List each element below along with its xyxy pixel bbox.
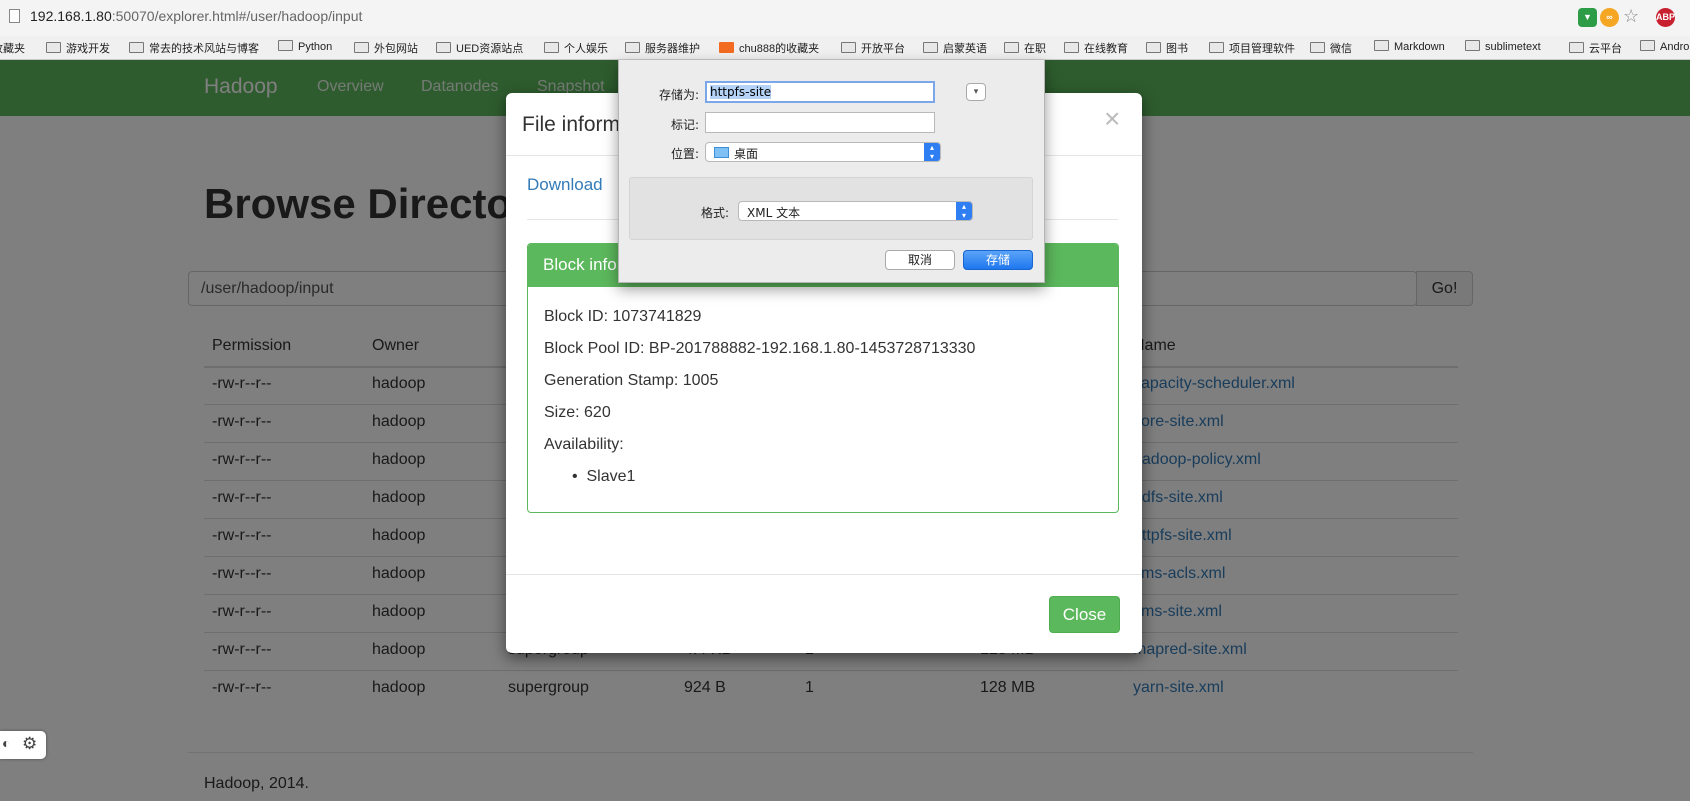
bookmark-item[interactable]: 图书 [1146,40,1188,56]
close-icon[interactable]: × [1104,103,1120,135]
gear-icon[interactable]: ⚙ [22,734,37,754]
folder-icon [625,42,640,53]
tags-input[interactable] [705,112,935,133]
folder-icon [923,42,938,53]
select-stepper-icon: ▴ ▾ [924,143,940,161]
bookmark-item[interactable]: 开放平台 [841,40,905,56]
saveas-input[interactable]: httpfs-site [705,81,935,103]
wrench-icon[interactable]: ◐ [2,735,10,751]
location-select[interactable]: 桌面 ▴ ▾ [705,142,941,162]
folder-icon [714,147,729,158]
bookmarks-bar: 收藏夹 游戏开发 常去的技术风站与博客 Python 外包网站 UED资源站点 … [0,36,1690,60]
generation-stamp: Generation Stamp: 1005 [544,372,719,389]
folder-icon [1569,42,1584,53]
settings-widget[interactable]: ◐ ⚙ [0,731,46,759]
bookmark-item[interactable]: 收藏夹 [0,40,25,56]
saveas-label: 存储为: [658,88,699,102]
select-stepper-icon: ▴ ▾ [956,202,972,220]
folder-icon [1146,42,1161,53]
address-bar[interactable]: 192.168.1.80:50070/explorer.html#/user/h… [0,0,1690,37]
format-select[interactable]: XML 文本 ▴ ▾ [738,201,973,221]
folder-icon [278,40,293,51]
folder-icon [1310,42,1325,53]
adblock-extension-icon[interactable]: ABP [1656,8,1675,27]
availability-label: Availability: [544,436,624,453]
where-label: 位置: [670,147,699,161]
bookmark-item[interactable]: 微信 [1310,40,1352,56]
bookmark-item[interactable]: 服务器维护 [625,40,700,56]
bookmark-item[interactable]: 云平台 [1569,40,1622,56]
format-label: 格式: [700,206,729,220]
folder-icon [129,42,144,53]
save-button[interactable]: 存储 [963,250,1033,270]
download-link[interactable]: Download [527,175,603,195]
folder-icon [436,42,451,53]
bookmark-item[interactable]: 个人娱乐 [544,40,608,56]
bookmark-item[interactable]: Markdown [1374,40,1445,53]
bookmark-item[interactable]: 启蒙英语 [923,40,987,56]
folder-icon [544,42,559,53]
folder-icon [1004,42,1019,53]
bookmark-item[interactable]: chu888的收藏夹 [719,40,819,56]
folder-icon [1374,40,1389,51]
folder-icon [1064,42,1079,53]
tags-label: 标记: [670,118,699,132]
bookmark-item[interactable]: Python [278,40,332,53]
site-icon [719,42,734,53]
bookmark-item[interactable]: Andro [1640,40,1689,53]
expand-dialog-button[interactable]: ▾ [966,83,986,101]
block-id: Block ID: 1073741829 [544,308,702,325]
modal-footer-divider [506,574,1142,575]
shield-extension-icon[interactable]: ▼ [1578,8,1597,27]
bookmark-item[interactable]: 在职 [1004,40,1046,56]
node-list-item: • Slave1 [572,468,636,485]
folder-icon [1465,40,1480,51]
close-button[interactable]: Close [1049,596,1120,633]
block-information-panel: Block information Block ID: 1073741829 B… [527,243,1119,513]
folder-icon [354,42,369,53]
bookmark-item[interactable]: 在线教育 [1064,40,1128,56]
folder-icon [1209,42,1224,53]
bookmark-item[interactable]: 外包网站 [354,40,418,56]
bookmark-item[interactable]: sublimetext [1465,40,1541,53]
folder-icon [46,42,61,53]
save-dialog: 存储为: httpfs-site ▾ 标记: 位置: 桌面 ▴ ▾ 格式: XML… [618,60,1045,283]
cancel-button[interactable]: 取消 [885,250,955,270]
folder-icon [1640,40,1655,51]
page-icon [9,9,20,23]
bookmark-item[interactable]: 游戏开发 [46,40,110,56]
bookmark-item[interactable]: UED资源站点 [436,40,523,56]
bookmark-item[interactable]: 项目管理软件 [1209,40,1295,56]
infinity-extension-icon[interactable]: ∞ [1600,8,1619,27]
url-text[interactable]: 192.168.1.80:50070/explorer.html#/user/h… [30,8,362,24]
folder-icon [841,42,856,53]
bookmark-item[interactable]: 常去的技术风站与博客 [129,40,259,56]
block-pool-id: Block Pool ID: BP-201788882-192.168.1.80… [544,340,976,357]
bookmark-star-icon[interactable]: ☆ [1623,6,1639,27]
block-size: Size: 620 [544,404,611,421]
